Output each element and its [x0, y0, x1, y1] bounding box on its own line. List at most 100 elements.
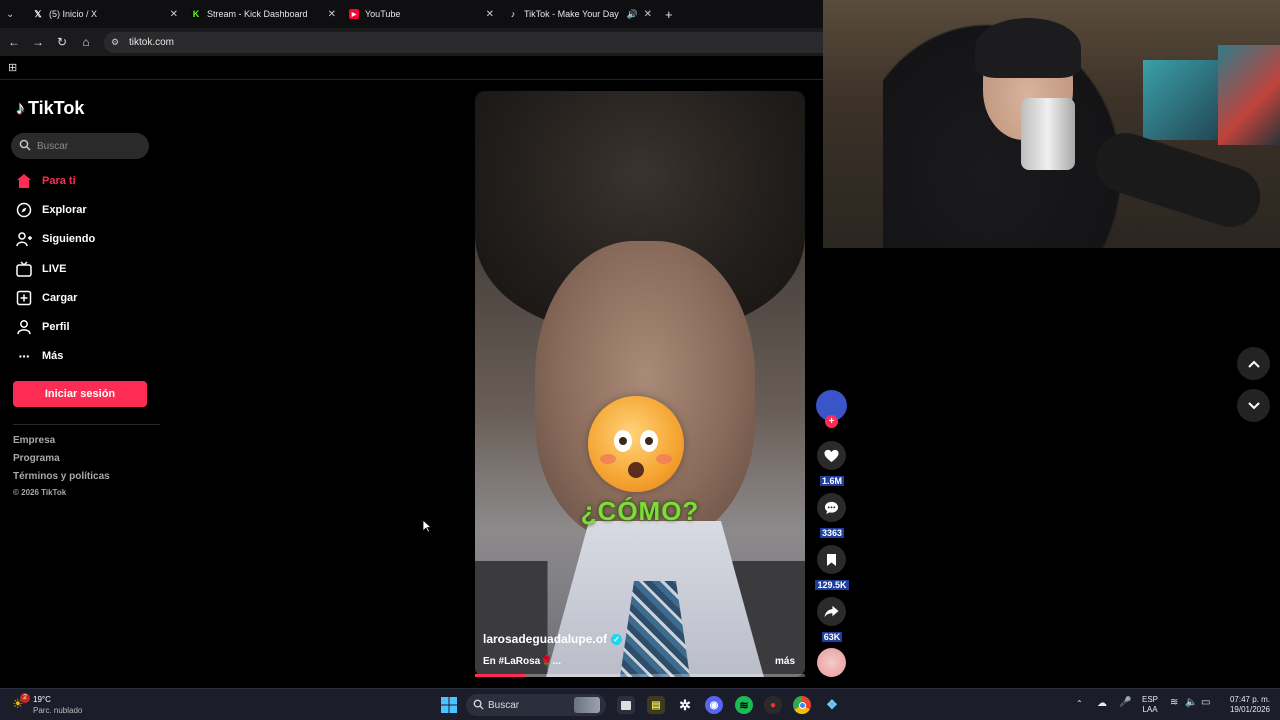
taskbar-search-placeholder: Buscar: [488, 699, 520, 711]
next-video-button[interactable]: [1237, 389, 1270, 422]
compass-icon: [16, 202, 32, 218]
heart-icon: [824, 449, 839, 462]
previous-video-button[interactable]: [1237, 347, 1270, 380]
nav-item-cargar[interactable]: Cargar: [16, 288, 77, 308]
footer-link-programa[interactable]: Programa: [13, 453, 60, 464]
clock-date: 19/01/2026: [1229, 705, 1270, 714]
nav-item-mas[interactable]: ··· Más: [16, 346, 64, 366]
system-clock[interactable]: 07:47 p. m. 19/01/2026: [1226, 695, 1270, 715]
spotify-icon[interactable]: ≋: [735, 696, 753, 714]
login-button[interactable]: Iniciar sesión: [13, 381, 147, 407]
comment-button[interactable]: [817, 493, 846, 522]
tiktok-logo[interactable]: ♪ TikTok: [16, 98, 84, 119]
chatgpt-icon[interactable]: ✲: [676, 696, 694, 714]
comment-bubble-icon: [824, 501, 839, 514]
flushed-emoji-icon: [588, 396, 684, 492]
home-button-icon[interactable]: ⌂: [78, 34, 94, 50]
following-icon: [16, 231, 32, 247]
weather-sun-cloud-icon: ☀ 2: [12, 693, 30, 714]
search-input[interactable]: Buscar: [11, 133, 149, 159]
tab-x[interactable]: 𝕏 (5) Inicio / X ✕: [33, 3, 178, 25]
nav-item-explorar[interactable]: Explorar: [16, 200, 87, 220]
nav-label: Siguiendo: [42, 233, 96, 245]
clock-time: 07:47 p. m.: [1229, 695, 1270, 704]
like-button[interactable]: [817, 441, 846, 470]
webcam-background-art: [1218, 45, 1280, 145]
nav-label: Para ti: [42, 175, 76, 187]
video-username[interactable]: larosadeguadalupe.of ✓: [483, 632, 623, 646]
back-arrow-icon[interactable]: ←: [6, 34, 22, 50]
weather-temp: 19°C: [33, 695, 51, 704]
bookmark-icon: [827, 553, 836, 566]
discord-icon[interactable]: ◉: [705, 696, 723, 714]
address-bar[interactable]: ⚙ tiktok.com: [104, 32, 823, 53]
tab-tiktok[interactable]: ♪ TikTok - Make Your Day 🔊 ✕: [508, 3, 652, 25]
like-count: 1.6M: [819, 476, 844, 486]
music-disc-icon[interactable]: [817, 648, 846, 677]
footer-link-terminos[interactable]: Términos y políticas: [13, 471, 110, 482]
follow-plus-icon[interactable]: +: [825, 415, 838, 428]
video-description: En #LaRosa🌹...: [483, 656, 562, 667]
save-count: 129.5K: [815, 580, 849, 590]
more-dots-icon: ···: [18, 348, 31, 364]
volume-icon[interactable]: 🔈: [1185, 697, 1197, 708]
tab-list-button[interactable]: ⌄: [6, 3, 22, 25]
search-highlight-icon: [574, 697, 600, 713]
file-explorer-icon[interactable]: [617, 696, 635, 714]
nav-label: Más: [42, 350, 64, 362]
nav-label: Cargar: [42, 292, 78, 304]
chevron-up-icon: [1247, 360, 1260, 368]
plus-icon: +: [665, 6, 673, 22]
search-placeholder: Buscar: [37, 140, 69, 152]
more-link[interactable]: más: [775, 656, 795, 667]
apps-grid-icon[interactable]: ⊞: [8, 61, 17, 74]
app-diamond-icon[interactable]: ❖: [823, 696, 841, 714]
nav-item-siguiendo[interactable]: Siguiendo: [16, 229, 95, 249]
new-tab-button[interactable]: +: [665, 3, 679, 25]
bookmark-bar: ⊞: [0, 56, 823, 80]
nav-item-para-ti[interactable]: Para ti: [16, 171, 76, 191]
video-player[interactable]: ¿CÓMO?: [475, 91, 805, 677]
browser-tab-bar: ⌄ 𝕏 (5) Inicio / X ✕ K Stream - Kick Das…: [0, 0, 823, 28]
close-tab-icon[interactable]: ✕: [170, 9, 178, 20]
language-indicator[interactable]: ESP LAA: [1142, 695, 1158, 715]
video-overlay-text: ¿CÓMO?: [580, 496, 700, 526]
sidebar-divider: [13, 424, 160, 425]
tab-kick[interactable]: K Stream - Kick Dashboard ✕: [191, 3, 336, 25]
taskbar-search[interactable]: Buscar: [466, 694, 606, 716]
site-info-icon[interactable]: ⚙: [111, 37, 119, 48]
tray-overflow-chevron-icon[interactable]: ⌃: [1076, 699, 1083, 708]
tab-title: YouTube: [365, 9, 401, 19]
comment-count: 3363: [819, 528, 845, 538]
save-button[interactable]: [817, 545, 846, 574]
share-button[interactable]: [817, 597, 846, 626]
obs-icon[interactable]: ●: [764, 696, 782, 714]
webcam-overlay: [823, 0, 1280, 248]
cloud-sync-icon[interactable]: ☁: [1097, 698, 1107, 709]
username-text: larosadeguadalupe.of: [483, 632, 608, 646]
battery-icon[interactable]: ▭: [1201, 697, 1210, 708]
close-tab-icon[interactable]: ✕: [486, 9, 494, 20]
share-arrow-icon: [824, 605, 839, 618]
wifi-icon[interactable]: ≋: [1170, 697, 1178, 708]
close-tab-icon[interactable]: ✕: [328, 9, 336, 20]
tab-youtube[interactable]: ▶ YouTube ✕: [349, 3, 494, 25]
video-progress-bar[interactable]: [475, 674, 805, 677]
chrome-icon[interactable]: [793, 696, 811, 714]
progress-fill: [475, 674, 525, 677]
reload-icon[interactable]: ↻: [54, 34, 70, 50]
forward-arrow-icon[interactable]: →: [30, 34, 46, 50]
language-code: ESP: [1142, 695, 1159, 704]
windows-start-icon[interactable]: [440, 696, 458, 714]
chevron-down-icon: [1247, 401, 1260, 409]
weather-badge: 2: [20, 693, 30, 703]
notes-app-icon[interactable]: ▤: [647, 696, 665, 714]
nav-item-perfil[interactable]: Perfil: [16, 317, 70, 337]
nav-item-live[interactable]: LIVE: [16, 259, 66, 279]
weather-widget[interactable]: ☀ 2 19°C Parc. nublado: [12, 693, 82, 716]
close-tab-icon[interactable]: ✕: [644, 9, 652, 20]
audio-playing-icon[interactable]: 🔊: [627, 9, 638, 20]
tiktok-logo-icon: ♪: [510, 9, 516, 19]
footer-link-empresa[interactable]: Empresa: [13, 435, 55, 446]
microphone-icon[interactable]: 🎤: [1119, 697, 1131, 708]
